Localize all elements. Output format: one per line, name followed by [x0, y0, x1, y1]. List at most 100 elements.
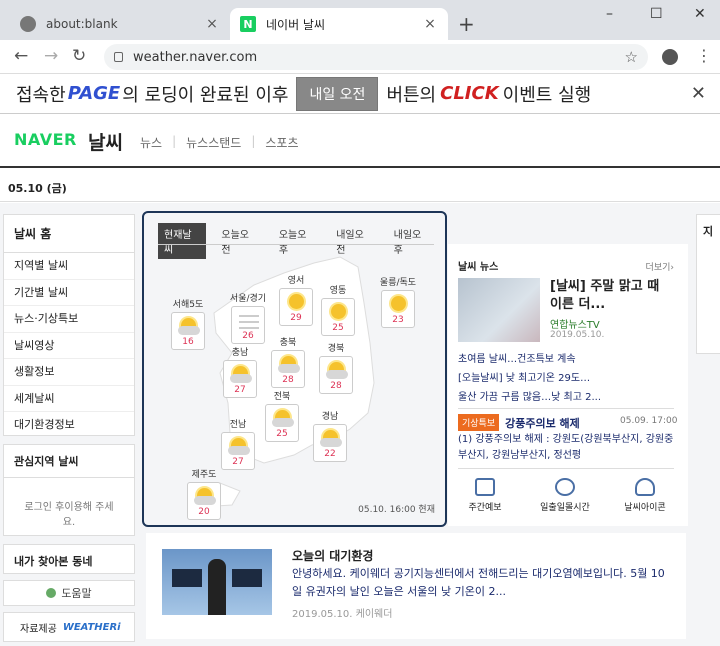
sidebar-item-living[interactable]: 생활정보 — [4, 359, 134, 386]
reload-button[interactable]: ↻ — [72, 46, 86, 66]
sidebar-item-news-alerts[interactable]: 뉴스·기상특보 — [4, 306, 134, 333]
sidebar-home[interactable]: 날씨 홈 — [4, 215, 134, 253]
banner-close-icon[interactable]: ✕ — [691, 83, 706, 104]
sunrise-sunset-button[interactable]: 일출일몰시간 — [530, 478, 600, 513]
news-headline[interactable]: [날씨] 주말 맑고 때 이른 더... — [550, 278, 674, 314]
divider — [458, 408, 674, 409]
naver-header: NAVER 날씨 뉴스 | 뉴스스탠드 | 스포츠 — [0, 114, 720, 168]
city-name: 충남 — [231, 348, 249, 358]
haze-line — [239, 321, 259, 323]
air-text[interactable]: 안녕하세요. 케이웨더 공기지능센터에서 전해드리는 대기오염예보입니다. 5월… — [292, 565, 672, 601]
maximize-button[interactable]: ☐ — [650, 6, 663, 22]
sidebar-item-air[interactable]: 대기환경정보 — [4, 412, 134, 439]
air-quality-section: 오늘의 대기환경 안녕하세요. 케이웨더 공기지능센터에서 전해드리는 대기오염… — [146, 533, 686, 639]
weather-icons-button[interactable]: 날씨아이콘 — [610, 478, 680, 513]
lock-icon — [114, 52, 123, 62]
banner-target-button: 내일 오전 — [296, 76, 379, 111]
city-name: 서울/경기 — [229, 294, 267, 304]
sidebar-menu: 날씨 홈 지역별 날씨 기간별 날씨 뉴스·기상특보 날씨영상 생활정보 세계날… — [3, 214, 135, 436]
alert-text[interactable]: (1) 강풍주의보 해제 : 강원도(강원북부산지, 강원중부산지, 강원남부산… — [458, 432, 678, 464]
bookmark-star-icon[interactable]: ☆ — [625, 48, 638, 66]
air-title[interactable]: 오늘의 대기환경 — [292, 547, 373, 564]
current-date: 05.10 (금) — [8, 182, 67, 195]
weather-alert[interactable]: 기상특보 강풍주의보 해제 05.09. 17:00 — [458, 414, 677, 431]
forward-button[interactable]: → — [44, 46, 58, 66]
minimize-button[interactable]: – — [606, 6, 613, 22]
favorite-region-title: 관심지역 날씨 — [4, 445, 134, 478]
city-gyeongnam[interactable]: 경남 22 — [310, 409, 350, 462]
close-tab-icon[interactable]: × — [422, 16, 438, 32]
city-name: 경남 — [321, 412, 339, 422]
shortcut-label: 주간예보 — [468, 503, 502, 513]
help-icon — [46, 588, 57, 598]
news-list-item[interactable]: 울산 가끔 구름 많음…낮 최고 2... — [458, 388, 601, 407]
news-list-item[interactable]: 초여름 날씨…건조특보 계속 — [458, 350, 601, 369]
city-temp: 25 — [276, 429, 288, 439]
url-text: weather.naver.com — [133, 49, 258, 65]
sidebar-item-regional[interactable]: 지역별 날씨 — [4, 253, 134, 280]
browser-menu-button[interactable]: ⋮ — [696, 46, 712, 65]
address-bar[interactable]: weather.naver.com ☆ — [104, 44, 648, 70]
alert-title[interactable]: 강풍주의보 해제 — [505, 415, 580, 431]
close-tab-icon[interactable]: × — [204, 16, 220, 32]
cloud-icon — [278, 364, 300, 373]
weather-news-panel: 날씨 뉴스 더보기› [날씨] 주말 맑고 때 이른 더... 연합뉴스TV 2… — [448, 244, 688, 526]
gnb-sports[interactable]: 스포츠 — [265, 134, 298, 151]
new-tab-button[interactable]: + — [458, 12, 475, 36]
help-button[interactable]: 도움말 — [3, 580, 135, 606]
calendar-icon — [475, 478, 495, 496]
gnb-news[interactable]: 뉴스 — [140, 134, 162, 151]
screen-graphic — [232, 569, 262, 587]
naver-favicon-icon: N — [240, 16, 256, 32]
back-button[interactable]: ← — [14, 46, 28, 66]
gnb-newsstand[interactable]: 뉴스스탠드 — [186, 134, 241, 151]
city-chungnam[interactable]: 충남 27 — [220, 345, 260, 398]
cloud-icon — [194, 496, 216, 505]
news-thumbnail[interactable] — [458, 278, 540, 342]
air-video-thumbnail[interactable] — [162, 549, 272, 615]
city-name: 영서 — [287, 276, 305, 286]
city-temp: 20 — [198, 507, 210, 517]
sidebar-item-period[interactable]: 기간별 날씨 — [4, 280, 134, 306]
city-temp: 25 — [332, 323, 344, 333]
city-gyeongbuk[interactable]: 경북 28 — [316, 341, 356, 394]
news-list-item[interactable]: [오늘날씨] 낮 최고기온 29도… — [458, 369, 601, 388]
cloud-icon — [635, 478, 655, 496]
news-source: 연합뉴스TV — [550, 320, 600, 331]
banner-page: PAGE — [67, 83, 121, 104]
city-temp: 26 — [242, 331, 254, 341]
city-jeonbuk[interactable]: 전북 25 — [262, 389, 302, 442]
city-name: 울릉/독도 — [379, 278, 417, 288]
account-icon[interactable] — [662, 49, 678, 65]
sidebar-item-world[interactable]: 세계날씨 — [4, 386, 134, 412]
city-jeju[interactable]: 제주도 20 — [184, 467, 224, 520]
sidebar-item-video[interactable]: 날씨영상 — [4, 333, 134, 359]
shortcut-label: 날씨아이콘 — [624, 503, 666, 513]
tab-about-blank[interactable]: about:blank × — [10, 8, 230, 40]
city-chungbuk[interactable]: 충북 28 — [268, 335, 308, 388]
naver-logo[interactable]: NAVER — [14, 130, 77, 149]
divider — [458, 468, 674, 469]
close-window-button[interactable]: ✕ — [694, 6, 706, 22]
city-jeonnam[interactable]: 전남 27 — [218, 417, 258, 470]
clock-icon — [555, 478, 575, 496]
news-title: 날씨 뉴스 — [458, 262, 499, 273]
news-more-link[interactable]: 더보기› — [646, 260, 674, 273]
news-date: 2019.05.10. — [550, 330, 605, 340]
weekly-forecast-button[interactable]: 주간예보 — [450, 478, 520, 513]
help-label: 도움말 — [61, 587, 92, 600]
weatheri-logo[interactable]: WEATHERi — [63, 622, 121, 633]
city-yeongseo[interactable]: 영서 29 — [276, 273, 316, 326]
cloud-icon — [228, 446, 250, 455]
weather-service-title[interactable]: 날씨 — [88, 128, 123, 155]
shortcut-label: 일출일몰시간 — [540, 503, 590, 513]
city-temp: 28 — [282, 375, 294, 385]
tab-naver-weather[interactable]: N 네이버 날씨 × — [230, 8, 448, 40]
city-seohae5do[interactable]: 서해5도 16 — [168, 297, 208, 350]
login-prompt[interactable]: 로그인 후이용해 주세요. — [4, 478, 134, 548]
recent-towns[interactable]: 내가 찾아본 동네 — [3, 544, 135, 574]
city-name: 서해5도 — [172, 300, 204, 310]
city-seoul-gyeonggi[interactable]: 서울/경기 26 — [228, 291, 268, 344]
city-yeongdong[interactable]: 영동 25 — [318, 283, 358, 336]
city-ulleung-dokdo[interactable]: 울릉/독도 23 — [378, 275, 418, 328]
